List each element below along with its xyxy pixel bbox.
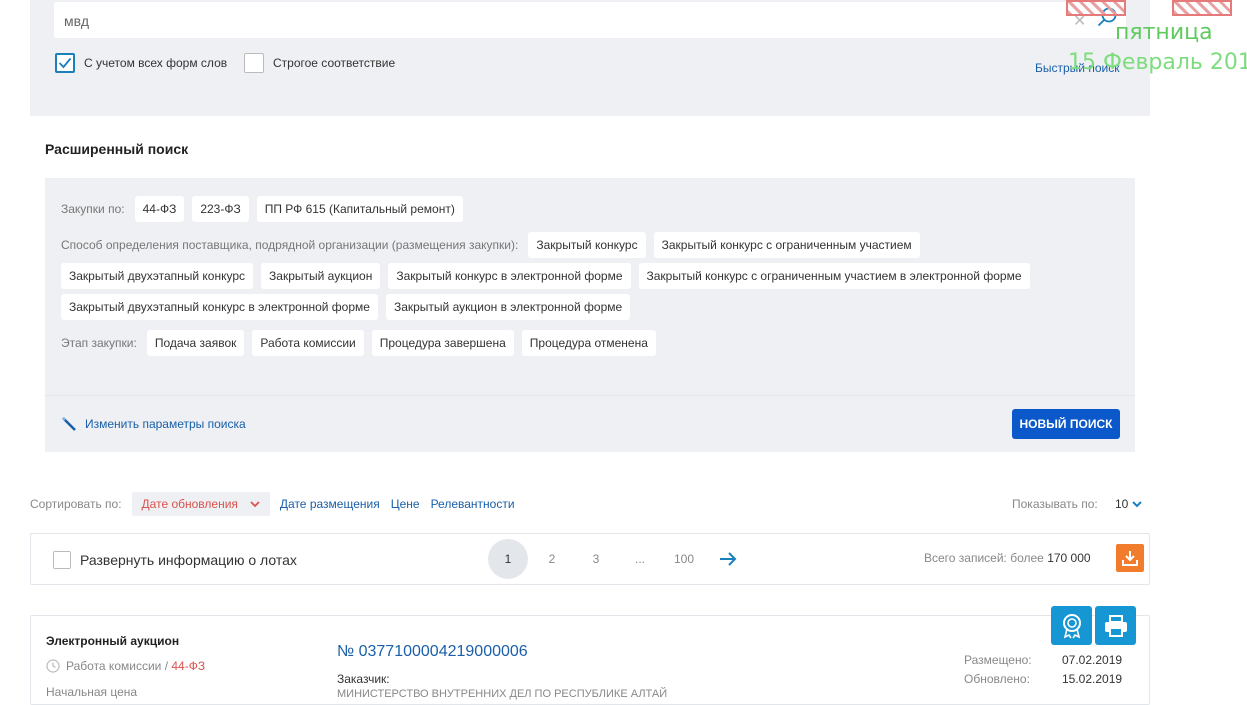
law-separator: /	[161, 659, 172, 673]
flag-decoration-icon	[1172, 0, 1232, 16]
method-label: Способ определения поставщика, подрядной…	[61, 238, 519, 252]
methods-row-1: Способ определения поставщика, подрядной…	[61, 232, 920, 258]
show-per-page-value: 10	[1115, 497, 1129, 511]
method-tag[interactable]: Закрытый конкурс в электронной форме	[388, 263, 631, 289]
print-button[interactable]	[1095, 606, 1136, 645]
all-word-forms-checkbox[interactable]	[55, 53, 75, 73]
all-word-forms-option[interactable]: С учетом всех форм слов	[55, 53, 227, 73]
purchases-label: Закупки по:	[61, 202, 125, 216]
advanced-search-panel: Закупки по: 44-ФЗ 223-ФЗ ПП РФ 615 (Капи…	[45, 178, 1135, 452]
stage-tag[interactable]: Подача заявок	[146, 330, 245, 356]
chevron-down-icon	[1132, 501, 1143, 508]
method-tag[interactable]: Закрытый аукцион в электронной форме	[385, 294, 631, 320]
sort-selected-value: Дате обновления	[141, 497, 238, 511]
edit-params-link[interactable]: Изменить параметры поиска	[61, 416, 246, 432]
flag-decoration-icon	[1066, 0, 1126, 16]
placed-label: Размещено:	[964, 653, 1032, 667]
updated-date: 15.02.2019	[1062, 672, 1123, 686]
method-tag[interactable]: Закрытый конкурс с ограниченным участием	[653, 232, 920, 258]
methods-row-3: Закрытый двухэтапный конкурс в электронн…	[61, 294, 631, 320]
clock-icon	[46, 659, 60, 673]
page-ellipsis: ...	[634, 552, 645, 566]
updated-label: Обновлено:	[964, 672, 1030, 686]
method-tag[interactable]: Закрытый двухэтапный конкурс в электронн…	[61, 294, 378, 320]
page-link[interactable]: 2	[532, 539, 572, 579]
sort-option-date-placed[interactable]: Дате размещения	[280, 497, 380, 511]
purchase-card: Электронный аукцион Работа комиссии / 44…	[30, 615, 1150, 705]
stages-row: Этап закупки: Подача заявок Работа комис…	[61, 330, 656, 356]
date-full: 15 Февраль 2019	[1068, 50, 1247, 75]
methods-row-2: Закрытый двухэтапный конкурс Закрытый ау…	[61, 263, 1030, 289]
next-page-arrow-icon[interactable]	[708, 539, 748, 579]
strict-match-checkbox[interactable]	[244, 53, 264, 73]
page-link[interactable]: 100	[664, 539, 704, 579]
download-icon	[1122, 551, 1138, 566]
show-per-page-select[interactable]: 10	[1115, 497, 1143, 511]
strict-match-label: Строгое соответствие	[273, 56, 396, 70]
award-button[interactable]	[1051, 606, 1092, 645]
method-tag[interactable]: Закрытый двухэтапный конкурс	[61, 263, 254, 289]
stage-label: Этап закупки:	[61, 336, 137, 350]
law-tag[interactable]: ПП РФ 615 (Капитальный ремонт)	[256, 196, 463, 222]
total-records-label: Всего записей: более	[924, 551, 1044, 565]
sort-select[interactable]: Дате обновления	[131, 492, 270, 516]
all-word-forms-label: С учетом всех форм слов	[84, 56, 228, 70]
stage-tag[interactable]: Процедура завершена	[371, 330, 514, 356]
advanced-search-title: Расширенный поиск	[45, 141, 189, 157]
expand-lots-option[interactable]: Развернуть информацию о лотах	[53, 551, 297, 569]
method-tag[interactable]: Закрытый аукцион	[261, 263, 381, 289]
download-button[interactable]	[1116, 544, 1144, 572]
date-day: пятница	[1115, 20, 1213, 45]
new-search-button[interactable]: НОВЫЙ ПОИСК	[1012, 409, 1120, 439]
strict-match-option[interactable]: Строгое соответствие	[244, 53, 395, 73]
sort-option-relevance[interactable]: Релевантности	[431, 497, 515, 511]
placed-date: 07.02.2019	[1062, 653, 1123, 667]
purchase-number-link[interactable]: № 0377100004219000006	[337, 643, 528, 661]
sort-option-price[interactable]: Цене	[391, 497, 420, 511]
expand-lots-label: Развернуть информацию о лотах	[80, 552, 297, 568]
pagination: 1 2 3 ... 100	[488, 539, 748, 579]
stage-tag[interactable]: Работа комиссии	[252, 330, 364, 356]
method-tag[interactable]: Закрытый конкурс с ограниченным участием…	[638, 263, 1030, 289]
law-tag[interactable]: 223-ФЗ	[192, 196, 249, 222]
search-input[interactable]: мвд	[54, 2, 1126, 38]
chevron-down-icon	[250, 501, 260, 508]
total-records: Всего записей: более 170 000	[924, 551, 1091, 565]
sort-bar: Сортировать по: Дате обновления Дате раз…	[30, 491, 1150, 517]
sort-label: Сортировать по:	[30, 497, 122, 511]
check-icon	[58, 57, 72, 69]
advanced-search-footer: Изменить параметры поиска НОВЫЙ ПОИСК	[45, 395, 1135, 452]
customer-name-link[interactable]: МИНИСТЕРСТВО ВНУТРЕННИХ ДЕЛ ПО РЕСПУБЛИК…	[337, 688, 667, 700]
page-link[interactable]: 3	[576, 539, 616, 579]
pencil-icon	[62, 417, 76, 431]
show-per-page-label: Показывать по:	[1012, 497, 1098, 511]
purchase-laws-row: Закупки по: 44-ФЗ 223-ФЗ ПП РФ 615 (Капи…	[61, 196, 463, 222]
status-text: Работа комиссии	[66, 659, 162, 673]
expand-lots-checkbox[interactable]	[53, 551, 71, 569]
purchase-status: Работа комиссии / 44-ФЗ	[46, 659, 205, 673]
search-panel: мвд ✕ С учетом всех форм слов Строгое со…	[30, 0, 1150, 116]
start-price-label: Начальная цена	[46, 685, 138, 699]
edit-params-label: Изменить параметры поиска	[85, 417, 246, 431]
total-records-value: 170 000	[1047, 551, 1091, 565]
clear-icon[interactable]: ✕	[1073, 14, 1086, 30]
stage-tag[interactable]: Процедура отменена	[521, 330, 656, 356]
law-badge: 44-ФЗ	[171, 659, 206, 673]
page-link[interactable]: 1	[488, 539, 528, 579]
method-tag[interactable]: Закрытый конкурс	[528, 232, 646, 258]
law-tag[interactable]: 44-ФЗ	[134, 196, 185, 222]
list-toolbar: Развернуть информацию о лотах 1 2 3 ... …	[30, 533, 1150, 585]
award-icon	[1062, 613, 1081, 638]
customer-label: Заказчик:	[337, 672, 390, 686]
purchase-type: Электронный аукцион	[46, 634, 180, 648]
printer-icon	[1104, 614, 1127, 637]
